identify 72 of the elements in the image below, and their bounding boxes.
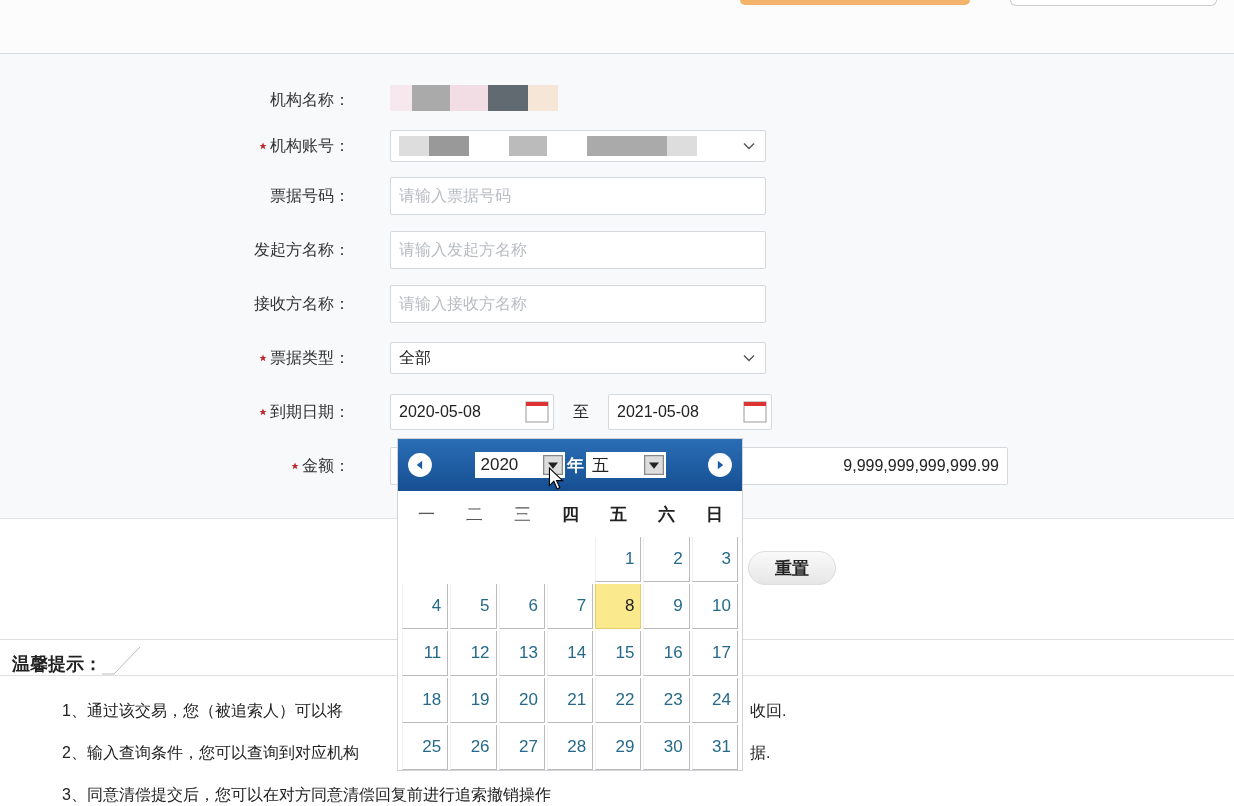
calendar-day[interactable]: 21	[546, 678, 594, 723]
input-field[interactable]: 请输入票据号码	[390, 177, 766, 215]
calendar-day[interactable]: 28	[546, 725, 594, 770]
year-label: 年	[566, 454, 584, 477]
calendar-day[interactable]: 7	[546, 584, 594, 629]
date-field[interactable]: 2020-05-08	[390, 394, 554, 430]
calendar-day[interactable]: 14	[546, 631, 594, 676]
tip-text: 3、同意清偿提交后，您可以在对方同意清偿回复前进行追索撤销操作	[62, 784, 551, 805]
calendar-day[interactable]: 2	[643, 537, 690, 582]
weekday-label: 二	[464, 503, 484, 526]
input-field[interactable]: 请输入接收方名称	[390, 285, 766, 323]
calendar-day[interactable]: 17	[691, 631, 738, 676]
calendar-day[interactable]: 12	[450, 631, 497, 676]
field-label: 金额：	[302, 455, 350, 476]
field-label: 接收方名称：	[254, 293, 350, 314]
calendar-day[interactable]: 24	[691, 678, 738, 723]
weekday-label: 日	[704, 503, 724, 526]
field-label: 机构名称：	[270, 89, 350, 110]
calendar-day[interactable]: 23	[643, 678, 690, 723]
calendar-day[interactable]: 3	[691, 537, 738, 582]
calendar-day[interactable]: 22	[595, 678, 642, 723]
calendar-icon	[525, 401, 549, 423]
tip-text: 收回.	[750, 700, 787, 721]
field-label: 票据号码：	[270, 185, 350, 206]
weekday-label: 四	[560, 503, 580, 526]
calendar-day[interactable]: 25	[402, 725, 449, 770]
field-label: 发起方名称：	[254, 239, 350, 260]
calendar-day[interactable]: 8	[595, 584, 642, 629]
calendar-day[interactable]: 4	[402, 584, 449, 629]
field-label: 机构账号：	[270, 135, 350, 156]
type-select[interactable]: 全部	[390, 342, 766, 374]
tips-title: 温馨提示：	[12, 653, 102, 675]
dropdown-icon	[542, 455, 563, 475]
account-select[interactable]	[390, 130, 766, 162]
tip-text: 据.	[750, 742, 771, 763]
calendar-day[interactable]: 15	[595, 631, 642, 676]
calendar-icon	[743, 401, 767, 423]
weekday-label: 三	[512, 503, 532, 526]
dropdown-icon	[643, 455, 664, 475]
calendar-day[interactable]: 20	[498, 678, 545, 723]
calendar-day[interactable]: 5	[450, 584, 497, 629]
calendar-day[interactable]: 30	[643, 725, 690, 770]
tip-text: 2、输入查询条件，您可以查询到对应机构	[62, 742, 359, 763]
weekday-label: 六	[656, 503, 676, 526]
calendar-day[interactable]: 10	[691, 584, 738, 629]
calendar-day[interactable]: 26	[450, 725, 497, 770]
mouse-pointer-icon	[548, 467, 564, 491]
calendar-day[interactable]: 19	[450, 678, 497, 723]
calendar-day[interactable]: 1	[595, 537, 642, 582]
calendar-day[interactable]: 18	[402, 678, 449, 723]
calendar-day[interactable]: 27	[498, 725, 545, 770]
range-separator: 至	[572, 401, 590, 422]
calendar-day[interactable]: 31	[691, 725, 738, 770]
reset-button[interactable]: 重置	[748, 551, 836, 585]
calendar-day[interactable]: 6	[498, 584, 545, 629]
year-select[interactable]: 2020	[474, 452, 565, 478]
previous-month-icon[interactable]	[407, 452, 433, 478]
field-label: 票据类型：	[270, 347, 350, 368]
month-select[interactable]: 五	[585, 452, 666, 478]
weekday-label: 五	[608, 503, 628, 526]
weekday-label: 一	[416, 503, 436, 526]
calendar-day[interactable]: 16	[643, 631, 690, 676]
calendar-day[interactable]: 29	[595, 725, 642, 770]
input-field[interactable]: 请输入发起方名称	[390, 231, 766, 269]
tip-text: 1、通过该交易，您（被追索人）可以将	[62, 700, 343, 721]
next-month-icon[interactable]	[707, 452, 733, 478]
calendar-day[interactable]: 9	[643, 584, 690, 629]
calendar-day[interactable]: 11	[402, 631, 449, 676]
date-field[interactable]: 2021-05-08	[608, 394, 772, 430]
calendar-day[interactable]: 13	[498, 631, 545, 676]
field-label: 到期日期：	[270, 401, 350, 422]
tab-corner-icon	[102, 645, 142, 675]
